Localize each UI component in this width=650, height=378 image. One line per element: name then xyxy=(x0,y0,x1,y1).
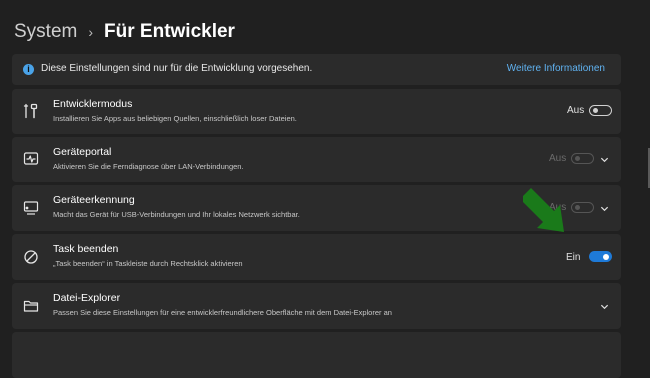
toggle-state-label: Ein xyxy=(566,252,581,263)
more-info-link[interactable]: Weitere Informationen xyxy=(507,63,605,74)
chevron-down-icon[interactable] xyxy=(600,204,609,213)
chevron-down-icon[interactable] xyxy=(600,302,609,311)
toggle-state-label: Aus xyxy=(567,105,585,116)
setting-title: Datei-Explorer xyxy=(53,292,121,304)
info-icon: i xyxy=(23,64,34,75)
chevron-right-icon: › xyxy=(88,24,94,40)
chevron-down-icon[interactable] xyxy=(600,155,609,164)
device-portal-toggle xyxy=(571,153,594,164)
setting-title: Geräteportal xyxy=(53,146,112,158)
developer-mode-toggle[interactable] xyxy=(589,105,612,116)
end-task-toggle[interactable] xyxy=(589,251,612,262)
setting-title: Entwicklermodus xyxy=(53,98,133,110)
setting-title: Task beenden xyxy=(53,243,119,255)
arrow-pointer-icon xyxy=(523,188,564,232)
setting-end-task: Task beenden „Task beenden“ in Taskleist… xyxy=(12,234,621,280)
breadcrumb: System › Für Entwickler xyxy=(14,18,235,46)
setting-file-explorer[interactable]: Datei-Explorer Passen Sie diese Einstell… xyxy=(12,283,621,329)
device-discovery-toggle xyxy=(571,202,594,213)
setting-description: Aktivieren Sie die Ferndiagnose über LAN… xyxy=(53,162,244,171)
device-portal-icon xyxy=(23,152,39,165)
setting-description: „Task beenden“ in Taskleiste durch Recht… xyxy=(53,259,243,268)
setting-device-portal[interactable]: Geräteportal Aktivieren Sie die Ferndiag… xyxy=(12,137,621,182)
end-task-icon xyxy=(24,250,38,264)
developer-tools-icon xyxy=(23,103,38,119)
setting-developer-mode: Entwicklermodus Installieren Sie Apps au… xyxy=(12,89,621,134)
setting-partial xyxy=(12,332,621,378)
setting-title: Geräteerkennung xyxy=(53,194,135,206)
breadcrumb-system[interactable]: System xyxy=(14,21,77,43)
device-discovery-icon xyxy=(23,201,39,215)
info-bar: i Diese Einstellungen sind nur für die E… xyxy=(12,54,621,85)
info-text: Diese Einstellungen sind nur für die Ent… xyxy=(41,63,313,74)
toggle-state-label: Aus xyxy=(549,153,567,164)
setting-description: Installieren Sie Apps aus beliebigen Que… xyxy=(53,114,297,123)
setting-description: Macht das Gerät für USB-Verbindungen und… xyxy=(53,210,300,219)
page-title: Für Entwickler xyxy=(104,21,235,42)
setting-description: Passen Sie diese Einstellungen für eine … xyxy=(53,308,392,317)
